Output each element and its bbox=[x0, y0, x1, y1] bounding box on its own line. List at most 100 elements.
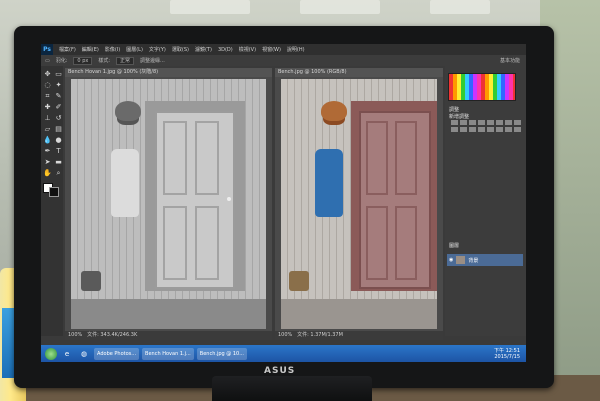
type-tool-icon[interactable]: T bbox=[54, 147, 63, 156]
menu-edit[interactable]: 編輯(E) bbox=[82, 46, 99, 53]
color-swatches[interactable] bbox=[43, 183, 63, 197]
ceiling-light bbox=[430, 0, 490, 14]
zoom-level[interactable]: 100% bbox=[68, 332, 82, 338]
feather-input[interactable]: 0 px bbox=[73, 56, 93, 65]
history-brush-icon[interactable]: ↺ bbox=[54, 114, 63, 123]
gradient-map-icon[interactable] bbox=[505, 127, 512, 132]
taskbar-button[interactable]: Bench Hovan 1.j... bbox=[142, 347, 194, 360]
brush-tool-icon[interactable]: ✐ bbox=[54, 103, 63, 112]
marquee-tool-icon[interactable]: ▭ bbox=[45, 58, 50, 64]
marquee-tool-icon[interactable]: ▭ bbox=[54, 70, 63, 79]
exposure-icon[interactable] bbox=[478, 120, 485, 125]
hat bbox=[321, 101, 347, 121]
door bbox=[359, 111, 431, 289]
adjustment-icons bbox=[451, 120, 521, 132]
shape-tool-icon[interactable]: ▬ bbox=[54, 158, 63, 167]
crop-tool-icon[interactable]: ⌗ bbox=[43, 92, 52, 101]
adjustments-title[interactable]: 調整 bbox=[449, 106, 459, 113]
lasso-tool-icon[interactable]: ◌ bbox=[43, 81, 52, 90]
photo-canvas-color[interactable] bbox=[281, 79, 437, 329]
chrome-icon[interactable]: ◍ bbox=[77, 348, 91, 360]
taskbar-button[interactable]: Bench.jpg @ 10... bbox=[196, 347, 247, 360]
hat bbox=[115, 101, 141, 121]
pen-tool-icon[interactable]: ✒ bbox=[43, 147, 52, 156]
menu-select[interactable]: 選取(S) bbox=[172, 46, 189, 53]
menu-3d[interactable]: 3D(D) bbox=[218, 47, 233, 53]
document-window-color[interactable]: Bench.jpg @ 100% (RGB/8) 100% 文件: 1.37M/… bbox=[275, 68, 443, 340]
jacket bbox=[111, 149, 139, 217]
menu-view[interactable]: 檢視(V) bbox=[239, 46, 256, 53]
floor bbox=[281, 299, 437, 329]
ps-right-panels: 調整 新增調整 圖層 ◉ 背景 bbox=[445, 66, 526, 336]
levels-icon[interactable] bbox=[460, 120, 467, 125]
black-white-icon[interactable] bbox=[514, 120, 521, 125]
vibrance-icon[interactable] bbox=[487, 120, 494, 125]
boots bbox=[81, 271, 101, 291]
ps-toolbar: ✥ ▭ ◌ ✦ ⌗ ✎ ✚ ✐ ⊥ ↺ ▱ ▤ 💧 ● ✒ T ➤ ▬ ✋ ⌕ bbox=[41, 66, 63, 336]
status-bar: 100% 文件: 1.37M/1.37M bbox=[275, 331, 443, 340]
ie-icon[interactable]: e bbox=[60, 348, 74, 360]
workspace-select[interactable]: 基本功能 bbox=[500, 57, 520, 64]
menu-type[interactable]: 文字(Y) bbox=[149, 46, 166, 53]
hue-saturation-icon[interactable] bbox=[496, 120, 503, 125]
magic-wand-icon[interactable]: ✦ bbox=[54, 81, 63, 90]
ceiling-light bbox=[300, 0, 380, 14]
photo-canvas-grayscale[interactable] bbox=[71, 79, 266, 329]
ps-options-bar: ▭ 羽化: 0 px 樣式: 正常 調整邊緣... 基本功能 bbox=[41, 55, 526, 66]
dodge-tool-icon[interactable]: ● bbox=[54, 136, 63, 145]
invert-icon[interactable] bbox=[478, 127, 485, 132]
healing-brush-icon[interactable]: ✚ bbox=[43, 103, 52, 112]
swatches-panel[interactable] bbox=[448, 73, 516, 101]
eyedropper-icon[interactable]: ✎ bbox=[54, 92, 63, 101]
document-tab[interactable]: Bench Hovan 1.jpg @ 100% (灰階/8) bbox=[65, 68, 272, 77]
photo-filter-icon[interactable] bbox=[451, 127, 458, 132]
menu-layer[interactable]: 圖層(L) bbox=[126, 46, 143, 53]
status-bar: 100% 文件: 343.4K/246.3K bbox=[65, 331, 272, 340]
ceiling-light bbox=[170, 0, 250, 14]
eraser-icon[interactable]: ▱ bbox=[43, 125, 52, 134]
layer-name: 背景 bbox=[468, 257, 479, 264]
blur-tool-icon[interactable]: 💧 bbox=[43, 136, 52, 145]
background-color[interactable] bbox=[49, 187, 59, 197]
menu-filter[interactable]: 濾鏡(T) bbox=[195, 46, 212, 53]
layers-title[interactable]: 圖層 bbox=[449, 242, 459, 249]
boots bbox=[289, 271, 309, 291]
path-select-icon[interactable]: ➤ bbox=[43, 158, 52, 167]
door bbox=[155, 111, 235, 289]
layer-background[interactable]: ◉ 背景 bbox=[447, 254, 523, 266]
menu-file[interactable]: 檔案(F) bbox=[59, 46, 76, 53]
posterize-icon[interactable] bbox=[487, 127, 494, 132]
menu-window[interactable]: 視窗(W) bbox=[262, 46, 281, 53]
hand-tool-icon[interactable]: ✋ bbox=[43, 169, 52, 178]
menu-help[interactable]: 說明(H) bbox=[287, 46, 305, 53]
taskbar-button[interactable]: Adobe Photos... bbox=[94, 347, 140, 360]
start-button[interactable] bbox=[45, 347, 57, 360]
zoom-tool-icon[interactable]: ⌕ bbox=[54, 169, 63, 178]
add-adjustment-label: 新增調整 bbox=[449, 114, 470, 120]
clone-stamp-icon[interactable]: ⊥ bbox=[43, 114, 52, 123]
color-lookup-icon[interactable] bbox=[469, 127, 476, 132]
document-tab[interactable]: Bench.jpg @ 100% (RGB/8) bbox=[275, 68, 443, 77]
windows-taskbar: e ◍ Adobe Photos... Bench Hovan 1.j... B… bbox=[41, 345, 526, 362]
system-clock[interactable]: 下午 12:51 2015/7/15 bbox=[494, 348, 520, 360]
curves-icon[interactable] bbox=[469, 120, 476, 125]
channel-mixer-icon[interactable] bbox=[460, 127, 467, 132]
document-window-grayscale[interactable]: Bench Hovan 1.jpg @ 100% (灰階/8) 100% 文件:… bbox=[65, 68, 272, 340]
ps-logo: Ps bbox=[41, 44, 53, 55]
gradient-icon[interactable]: ▤ bbox=[54, 125, 63, 134]
menu-image[interactable]: 影像(I) bbox=[105, 46, 120, 53]
refine-edge-button[interactable]: 調整邊緣... bbox=[140, 57, 165, 64]
threshold-icon[interactable] bbox=[496, 127, 503, 132]
style-select[interactable]: 正常 bbox=[116, 56, 135, 65]
brightness-icon[interactable] bbox=[451, 120, 458, 125]
selective-color-icon[interactable] bbox=[514, 127, 521, 132]
zoom-level[interactable]: 100% bbox=[278, 332, 292, 338]
clock-time: 下午 12:51 bbox=[494, 347, 520, 354]
eye-icon[interactable]: ◉ bbox=[449, 257, 453, 263]
color-balance-icon[interactable] bbox=[505, 120, 512, 125]
feather-label: 羽化: bbox=[55, 58, 68, 64]
monitor: Ps 檔案(F) 編輯(E) 影像(I) 圖層(L) 文字(Y) 選取(S) 濾… bbox=[14, 26, 554, 388]
clock-date: 2015/7/15 bbox=[494, 353, 520, 360]
layer-thumbnail bbox=[456, 256, 466, 264]
move-tool-icon[interactable]: ✥ bbox=[43, 70, 52, 79]
